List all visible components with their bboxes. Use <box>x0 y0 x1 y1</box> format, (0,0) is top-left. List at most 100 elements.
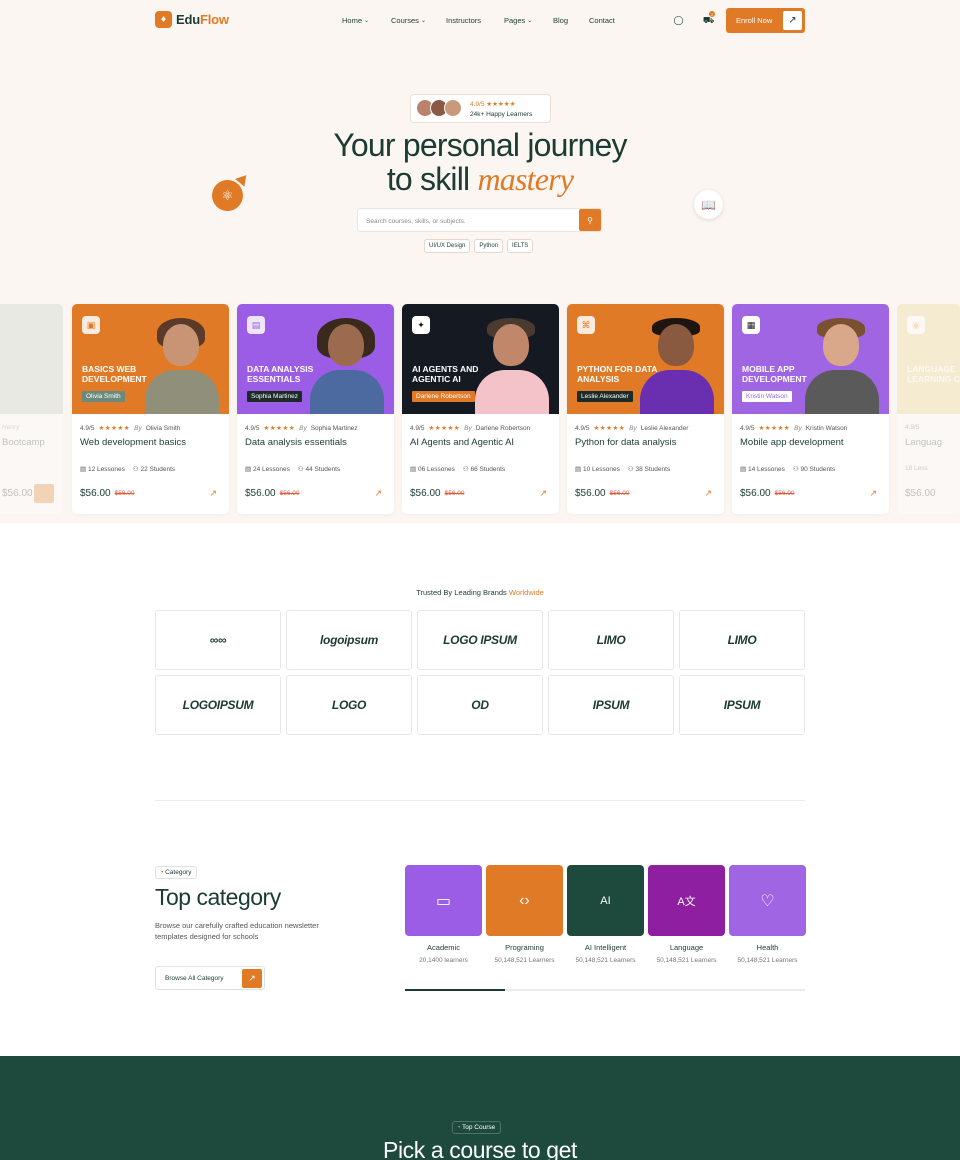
course-image: ▦ MOBILE APP DEVELOPMENT Kristin Watson <box>732 304 889 414</box>
category-tile-programing[interactable]: ‹› <box>486 865 563 936</box>
arrow-up-right-icon[interactable]: ↗ <box>539 488 547 499</box>
instructor-photo <box>141 314 223 414</box>
arrow-up-right-icon[interactable]: ↗ <box>869 488 877 499</box>
course-stats: ▤ 24 Lessones ⚇ 44 Students <box>245 465 340 473</box>
nav-item-contact[interactable]: Contact <box>589 16 629 25</box>
course-image-title: LANGUAGE LEARNING COURSE <box>907 364 960 384</box>
nav-item-blog[interactable]: Blog <box>553 16 568 25</box>
category-name: Language <box>669 943 704 952</box>
course-image-title: MOBILE APP DEVELOPMENT <box>742 364 807 384</box>
happy-learners-badge: 4.9/5 ★★★★★ 24k+ Happy Learners <box>410 94 551 123</box>
students-count: ⚇ 90 Students <box>792 466 836 473</box>
search-icon: ⚲ <box>587 215 593 225</box>
course-image <box>0 304 63 414</box>
user-icon: ⚇ <box>462 466 469 473</box>
course-card[interactable]: ⌘ PYTHON FOR DATA ANALYSIS Leslie Alexan… <box>567 304 724 514</box>
course-image: ◉ LANGUAGE LEARNING COURSE <box>897 304 960 414</box>
course-card[interactable]: ◉ LANGUAGE LEARNING COURSE 4.9/5 Languag… <box>897 304 960 514</box>
course-rating: 4.9/5 ★★★★★ By Olivia Smith <box>80 424 181 433</box>
enroll-arrow-button[interactable] <box>34 484 54 503</box>
logo-icon: ♦ <box>155 11 172 28</box>
translate-icon: A文 <box>677 895 696 908</box>
nav-item-home[interactable]: Home ⌄ <box>342 16 369 25</box>
user-icon: ⚇ <box>297 466 304 473</box>
instructor-photo <box>306 314 388 414</box>
course-stats: ▤ 12 Lessones ⚇ 22 Students <box>80 465 175 473</box>
arrow-up-right-icon[interactable]: ↗ <box>209 488 217 499</box>
nav-item-pages[interactable]: Pages ⌄ <box>504 16 532 25</box>
category-learners: 20,1400 learners <box>419 957 468 964</box>
hero-title-line2: to skill mastery <box>386 161 574 197</box>
hero-title: Your personal journey to skill mastery <box>0 128 960 196</box>
globe-icon: ◉ <box>907 316 925 334</box>
instructor-photo <box>471 314 553 414</box>
category-name: Health <box>756 943 779 952</box>
category-tile-academic[interactable]: ▭ <box>405 865 482 936</box>
chevron-down-icon: ⌄ <box>420 18 426 24</box>
course-card[interactable]: ▤ DATA ANALYSIS ESSENTIALS Sophia Martin… <box>237 304 394 514</box>
code-icon: ▣ <box>82 316 100 334</box>
course-name: Languag <box>905 437 942 448</box>
arrow-up-right-icon[interactable]: ↗ <box>704 488 712 499</box>
students-count: ⚇ 66 Students <box>462 466 506 473</box>
brand-logo-card: LIMO <box>679 610 805 670</box>
sparkle-icon: ✦ <box>412 316 430 334</box>
search-input[interactable] <box>366 214 576 228</box>
enroll-now-label: Enroll Now <box>736 16 773 25</box>
nav-item-courses[interactable]: Courses ⌄ <box>391 16 426 25</box>
search-button[interactable]: ⚲ <box>579 209 601 231</box>
code-icon: ‹› <box>519 891 530 909</box>
brand-logo: LIMO <box>727 633 757 647</box>
brand-logo-card: IPSUM <box>679 675 805 735</box>
arrow-up-right-icon: ↗ <box>783 11 802 30</box>
enroll-now-button[interactable]: Enroll Now ↗ <box>726 8 805 33</box>
course-price: $56.00 $56.00 <box>245 488 300 499</box>
arrow-up-right-icon[interactable]: ↗ <box>374 488 382 499</box>
brand-logo: LOGO IPSUM <box>443 633 517 647</box>
brand-logo-card: LOGO IPSUM <box>417 610 543 670</box>
search-chip[interactable]: IELTS <box>507 239 534 253</box>
course-price: $56.00 $56.00 <box>410 488 465 499</box>
logo-text: EduFlow <box>176 12 229 27</box>
course-name: AI Agents and Agentic AI <box>410 437 515 448</box>
course-card[interactable]: Henry Bootcamp $56.00 <box>0 304 63 514</box>
site-header: ♦ EduFlow Home ⌄ Courses ⌄ Instructors Pag… <box>0 0 960 42</box>
search-chip[interactable]: UI/UX Design <box>424 239 471 253</box>
course-name: Mobile app development <box>740 437 844 448</box>
course-image: ▣ BASICS WEB DEVELOPMENT Olivia Smith <box>72 304 229 414</box>
course-stats: ▤ 10 Lessones ⚇ 38 Students <box>575 465 670 473</box>
brand-logo: LIMO <box>596 633 626 647</box>
category-tile-ai[interactable]: AI <box>567 865 644 936</box>
user-icon: ⚇ <box>627 466 634 473</box>
brand-logo: OD <box>471 698 489 712</box>
category-scroll-progress[interactable] <box>405 989 805 991</box>
brand-logo: logoipsum <box>320 633 378 647</box>
category-description: Browse our carefully crafted education n… <box>155 921 319 941</box>
user-icon[interactable]: ◯ <box>673 15 684 26</box>
arrow-up-right-icon: ↗ <box>242 969 262 988</box>
course-image: ✦ AI AGENTS AND AGENTIC AI Darlene Rober… <box>402 304 559 414</box>
browse-all-category-button[interactable]: Browse All Category ↗ <box>155 966 265 990</box>
hero-learners-count: 24k+ Happy Learners <box>470 111 533 118</box>
search-chip[interactable]: Python <box>474 239 504 253</box>
site-logo[interactable]: ♦ EduFlow <box>155 11 229 28</box>
atom-icon: ⚛ <box>212 180 243 211</box>
course-image-title: BASICS WEB DEVELOPMENT <box>82 364 147 384</box>
top-course-tag: • Top Course <box>452 1121 502 1134</box>
course-card[interactable]: ▦ MOBILE APP DEVELOPMENT Kristin Watson … <box>732 304 889 514</box>
category-learners: 50,148,521 Learners <box>494 957 555 964</box>
course-rating: Henry <box>2 424 20 431</box>
course-price: $56.00 <box>2 488 33 499</box>
brand-logo: LOGOIPSUM <box>182 698 254 712</box>
students-count: ⚇ 38 Students <box>627 466 671 473</box>
course-card[interactable]: ▣ BASICS WEB DEVELOPMENT Olivia Smith 4.… <box>72 304 229 514</box>
category-tile-language[interactable]: A文 <box>648 865 725 936</box>
brand-logo-card: LIMO <box>548 610 674 670</box>
course-card[interactable]: ✦ AI AGENTS AND AGENTIC AI Darlene Rober… <box>402 304 559 514</box>
category-tile-health[interactable]: ♡ <box>729 865 806 936</box>
course-image-title: AI AGENTS AND AGENTIC AI <box>412 364 479 384</box>
course-price: $56.00 $56.00 <box>740 488 795 499</box>
nav-item-instructors[interactable]: Instructors <box>446 16 481 25</box>
chevron-down-icon: ⌄ <box>527 18 533 24</box>
instructor-tag: Sophia Martinez <box>247 391 302 402</box>
